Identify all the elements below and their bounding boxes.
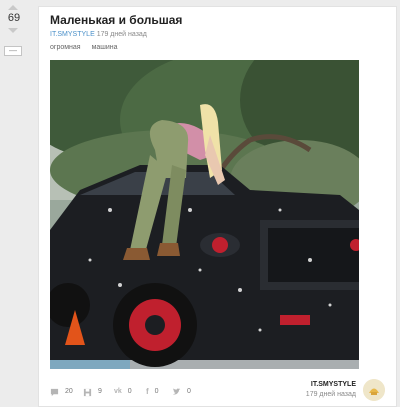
post-card: Маленькая и большая IT.SMYSTYLE 179 дней… [38,6,397,407]
post-tags: огромная машина [50,44,127,51]
vk-share-stat[interactable]: vk 0 [114,385,132,399]
post-author-link[interactable]: IT.SMYSTYLE [50,31,95,38]
comment-icon [50,388,59,396]
vk-share-count: 0 [127,388,132,395]
footer-author-link[interactable]: IT.SMYSTYLE [306,380,356,390]
saves-stat[interactable]: 9 [83,385,102,399]
footer-author-block: IT.SMYSTYLE 179 дней назад [306,380,356,400]
vk-icon: vk [114,388,122,395]
post-time: 179 дней назад [96,31,147,38]
avatar[interactable] [363,379,385,401]
comments-count: 20 [64,388,73,395]
vote-column: 69 — [0,0,28,407]
post-score: 69 [7,12,21,24]
arrow-up-icon[interactable] [8,5,18,10]
twitter-share-count: 0 [186,388,191,395]
comments-stat[interactable]: 20 [50,385,73,399]
post-title[interactable]: Маленькая и большая [50,13,182,27]
facebook-share-count: 0 [154,388,159,395]
hide-post-button[interactable]: — [4,46,22,56]
twitter-icon [172,388,181,395]
facebook-share-stat[interactable]: f 0 [146,385,159,399]
tag-link[interactable]: огромная [50,44,81,51]
post-meta: IT.SMYSTYLE 179 дней назад [50,31,147,38]
twitter-share-stat[interactable]: 0 [172,385,191,399]
saves-count: 9 [97,388,102,395]
footer-time: 179 дней назад [305,391,356,398]
facebook-icon: f [146,387,149,396]
post-image[interactable] [50,60,359,369]
floppy-disk-icon [83,388,92,396]
tag-link[interactable]: машина [92,44,118,51]
arrow-down-icon[interactable] [8,28,18,33]
